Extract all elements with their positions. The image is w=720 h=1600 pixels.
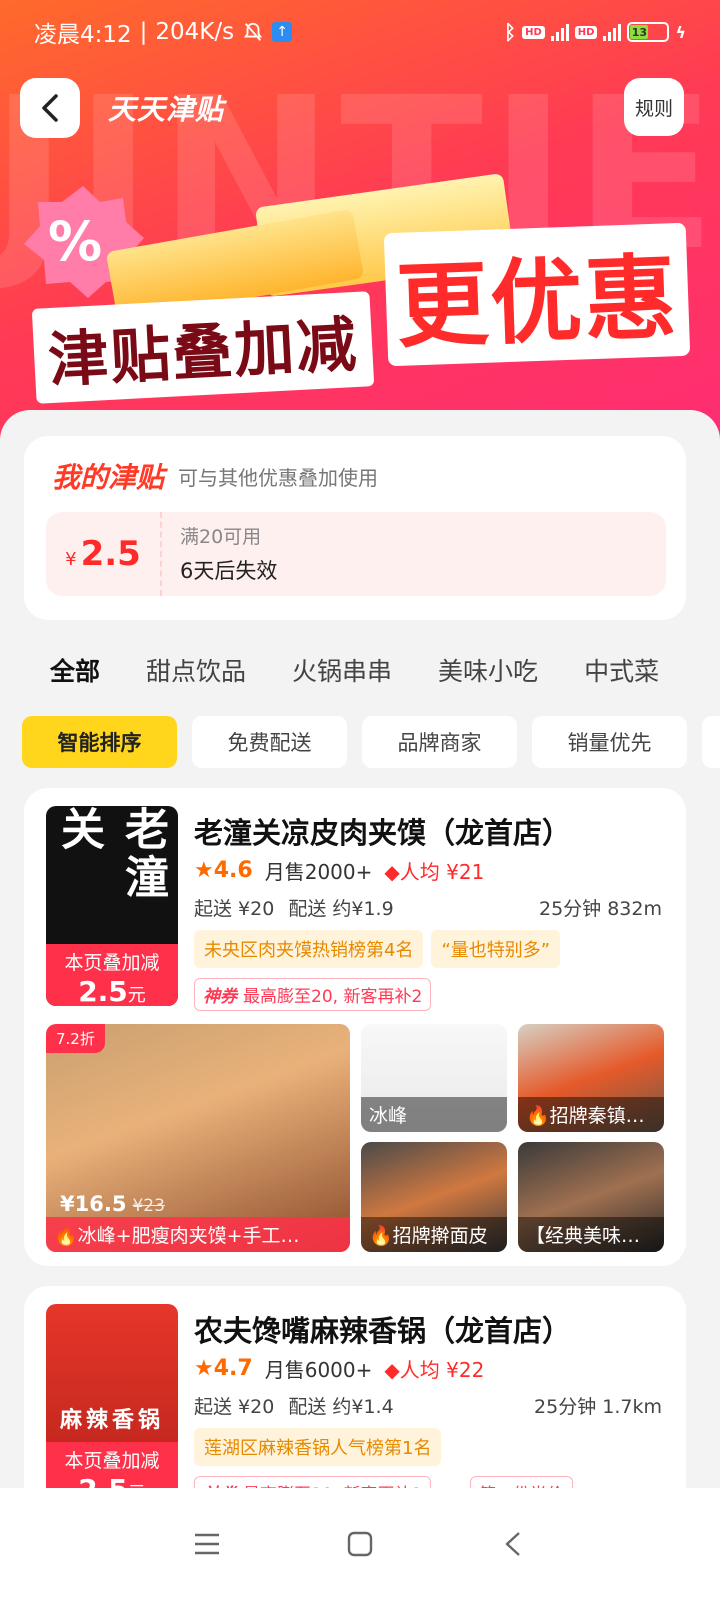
monthly-sales: 月售2000+: [264, 860, 373, 884]
discount-badge: 7.2折: [46, 1024, 105, 1053]
diamond-icon: ◆: [384, 1358, 400, 1382]
avg-price: 人均 ¥22: [399, 1358, 485, 1382]
coupon-condition: 满20可用: [180, 526, 262, 548]
rank-tag: 莲湖区麻辣香锅人气榜第1名: [194, 1428, 442, 1466]
monthly-sales: 月售6000+: [264, 1358, 373, 1382]
dish-item[interactable]: 🔥招牌擀面皮: [361, 1142, 507, 1252]
tab-hotpot[interactable]: 火锅串串: [292, 652, 392, 712]
signal-icon-2: [603, 23, 622, 41]
rules-button[interactable]: 规则: [624, 78, 684, 136]
dish-price: ¥16.5 ¥23: [60, 1192, 165, 1216]
store-rating: 4.6: [213, 858, 253, 883]
sort-more[interactable]: [702, 716, 720, 768]
super-coupon-tag[interactable]: 神券 最高膨至20, 新客再补2: [194, 978, 432, 1011]
square-home-icon: [347, 1531, 373, 1557]
dish-name: 🔥招牌秦镇…: [518, 1097, 664, 1132]
system-back-button[interactable]: [493, 1524, 533, 1564]
delivery-fee: 配送 约¥1.9: [288, 898, 394, 920]
battery-level: 13: [630, 25, 649, 39]
slogan-left: 津贴叠加减: [31, 291, 375, 404]
category-tabs: 全部 甜点饮品 火锅串串 美味小吃 中式菜: [0, 652, 720, 712]
coupon-currency: ¥: [65, 549, 77, 570]
store-meta: ★4.7 月售6000+ ◆人均 ¥22: [194, 1354, 484, 1383]
store-logo: 老潼关 本页叠加减 2.5元: [46, 806, 178, 1006]
slogan-right: 更优惠: [383, 222, 691, 367]
store-tags: 莲湖区麻辣香锅人气榜第1名: [194, 1428, 442, 1466]
my-subsidy-subtitle: 可与其他优惠叠加使用: [178, 465, 379, 490]
dish-name: 🔥冰峰+肥瘦肉夹馍+手工…: [46, 1217, 350, 1252]
diamond-icon: ◆: [384, 860, 400, 884]
store-logo: 麻辣香锅 本页叠加减 2.5元: [46, 1304, 178, 1504]
coupon-expiry: 6天后失效: [180, 559, 278, 583]
dish-main[interactable]: 7.2折 ¥16.5 ¥23 🔥冰峰+肥瘦肉夹馍+手工…: [46, 1024, 350, 1252]
menu-icon: [194, 1533, 219, 1555]
rank-tag: 未央区肉夹馍热销榜第4名: [194, 930, 424, 968]
dish-gallery: 7.2折 ¥16.5 ¥23 🔥冰峰+肥瘦肉夹馍+手工… 冰峰 🔥招牌秦镇… 🔥招…: [46, 1024, 664, 1252]
star-icon: ★: [194, 1356, 214, 1381]
store-logo-text: 老潼关: [53, 806, 168, 902]
tab-chinese[interactable]: 中式菜: [584, 652, 659, 712]
home-button[interactable]: [340, 1524, 380, 1564]
tab-all[interactable]: 全部: [50, 652, 100, 712]
back-button[interactable]: [20, 78, 80, 138]
system-nav-bar: [0, 1488, 720, 1600]
star-icon: ★: [194, 858, 214, 883]
sort-brand[interactable]: 品牌商家: [362, 716, 517, 768]
bluetooth-icon: ᛒ: [504, 20, 517, 44]
review-tag: “量也特别多”: [431, 930, 561, 968]
status-time: 凌晨4:12: [34, 22, 132, 48]
time-distance: 25分钟 1.7km: [534, 1396, 662, 1418]
status-speed: 204K/s: [155, 19, 235, 45]
min-order: 起送 ¥20: [194, 898, 275, 920]
store-tags: 未央区肉夹馍热销榜第4名 “量也特别多”: [194, 930, 561, 968]
dish-name: 🔥招牌擀面皮: [361, 1217, 507, 1252]
chevron-left-icon: [42, 94, 58, 122]
battery-icon: 13: [627, 22, 670, 42]
dish-name: 【经典美味…: [518, 1217, 664, 1252]
my-subsidy-card: 我的津贴 可与其他优惠叠加使用 ¥ 2.5 满20可用 6天后失效: [24, 436, 686, 620]
status-bar: 凌晨4:12 | 204K/s ↑ ᛒ HD HD 13 ϟ: [0, 0, 720, 64]
dish-name: 冰峰: [361, 1097, 507, 1132]
time-distance: 25分钟 832m: [539, 898, 662, 920]
mute-bell-icon: [244, 22, 263, 41]
store-name[interactable]: 农夫馋嘴麻辣香锅（龙首店）: [194, 1308, 571, 1350]
svg-text:%: %: [48, 210, 102, 273]
store-card[interactable]: 老潼关 本页叠加减 2.5元 老潼关凉皮肉夹馍（龙首店） ★4.6 月售2000…: [24, 788, 686, 1266]
delivery-info: 起送 ¥20 配送 约¥1.9 25分钟 832m: [194, 894, 662, 921]
my-subsidy-title: 我的津贴: [52, 461, 165, 494]
page-stack-promo: 本页叠加减 2.5元: [46, 944, 178, 1006]
coupon-amount: 2.5: [80, 534, 141, 574]
sort-free-delivery[interactable]: 免费配送: [192, 716, 347, 768]
store-name[interactable]: 老潼关凉皮肉夹馍（龙首店）: [194, 810, 571, 852]
menu-button[interactable]: [187, 1524, 227, 1564]
sort-smart[interactable]: 智能排序: [22, 716, 177, 768]
upload-icon: ↑: [272, 22, 293, 42]
page-title: 天天津贴: [108, 93, 225, 126]
sort-sales[interactable]: 销量优先: [532, 716, 687, 768]
hd-icon-2: HD: [574, 25, 598, 39]
dish-item[interactable]: 【经典美味…: [518, 1142, 664, 1252]
sort-options: 智能排序 免费配送 品牌商家 销量优先: [22, 716, 720, 768]
dish-item[interactable]: 🔥招牌秦镇…: [518, 1024, 664, 1132]
delivery-fee: 配送 约¥1.4: [288, 1396, 394, 1418]
back-chevron-icon: [506, 1532, 521, 1556]
tab-desserts-drinks[interactable]: 甜点饮品: [146, 652, 246, 712]
delivery-info: 起送 ¥20 配送 约¥1.4 25分钟 1.7km: [194, 1392, 662, 1419]
min-order: 起送 ¥20: [194, 1396, 275, 1418]
dish-item[interactable]: 冰峰: [361, 1024, 507, 1132]
store-logo-text: 麻辣香锅: [59, 1408, 164, 1433]
signal-icon: [550, 23, 569, 41]
subsidy-coupon[interactable]: ¥ 2.5 满20可用 6天后失效: [46, 512, 666, 596]
charging-icon: ϟ: [675, 22, 686, 42]
store-rating: 4.7: [213, 1356, 253, 1381]
tab-snacks[interactable]: 美味小吃: [438, 652, 538, 712]
store-meta: ★4.6 月售2000+ ◆人均 ¥21: [194, 856, 484, 885]
avg-price: 人均 ¥21: [399, 860, 485, 884]
hd-icon: HD: [522, 25, 545, 39]
store-card[interactable]: 麻辣香锅 本页叠加减 2.5元 农夫馋嘴麻辣香锅（龙首店） ★4.7 月售600…: [24, 1286, 686, 1516]
